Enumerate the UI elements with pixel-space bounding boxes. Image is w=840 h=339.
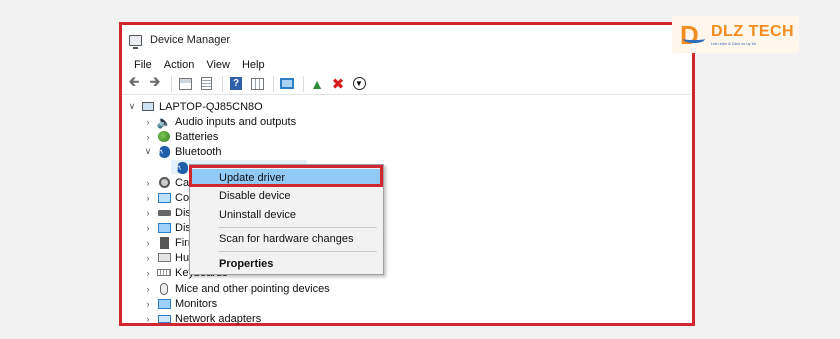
bluetooth-icon: ᛱ: [157, 145, 171, 158]
menu-file[interactable]: File: [128, 59, 158, 71]
chevron-right-icon[interactable]: ›: [143, 314, 153, 324]
tree-item-monitors[interactable]: › Monitors: [143, 296, 218, 311]
chevron-down-icon[interactable]: ∨: [127, 101, 137, 112]
chevron-right-icon[interactable]: ›: [143, 253, 153, 263]
tree-item-label: Mice and other pointing devices: [175, 282, 330, 295]
bluetooth-icon: ᛱ: [175, 161, 189, 174]
logo-text: DLZ TECH Linh kiện & Dịch vụ uy tín: [711, 23, 794, 47]
tree-item-batteries[interactable]: › Batteries: [143, 129, 219, 144]
display-adapter-icon: [157, 222, 171, 234]
tree-item-label: Audio inputs and outputs: [175, 115, 297, 128]
tree-root[interactable]: ∨ LAPTOP-QJ85CN8O: [127, 99, 263, 114]
disk-drive-icon: [157, 207, 171, 219]
speaker-icon: 🔈: [156, 114, 172, 129]
hid-icon: [157, 252, 171, 264]
menu-item-disable-device[interactable]: Disable device: [192, 187, 381, 205]
menu-separator: [218, 227, 377, 228]
menu-item-uninstall-device[interactable]: Uninstall device: [192, 206, 381, 224]
chevron-right-icon[interactable]: ›: [143, 223, 153, 233]
title-bar: Device Manager: [122, 25, 692, 55]
update-driver-highlight-outline: [189, 165, 383, 187]
toolbar-separator: [222, 75, 223, 92]
tree-item-audio[interactable]: › 🔈 Audio inputs and outputs: [143, 114, 297, 129]
chevron-right-icon[interactable]: ›: [143, 208, 153, 218]
chevron-down-icon[interactable]: ∨: [143, 146, 153, 157]
mouse-icon: [157, 282, 171, 295]
scan-monitor-icon[interactable]: [278, 75, 296, 93]
camera-icon: [157, 177, 171, 189]
chevron-right-icon[interactable]: ›: [143, 284, 153, 294]
chevron-right-icon[interactable]: ›: [143, 178, 153, 188]
network-adapter-icon: [157, 313, 171, 325]
forward-arrow-icon[interactable]: 🡲: [146, 74, 164, 93]
menu-separator: [218, 251, 377, 252]
chevron-right-icon[interactable]: ›: [143, 268, 153, 278]
window-title: Device Manager: [150, 34, 231, 46]
menu-view[interactable]: View: [200, 59, 236, 71]
device-manager-icon: [129, 34, 142, 49]
tree-item-mice[interactable]: › Mice and other pointing devices: [143, 281, 330, 296]
details-icon[interactable]: [197, 75, 215, 93]
computer-icon: [157, 192, 171, 204]
tree-item-label: Network adapters: [175, 312, 262, 325]
grid-view-icon[interactable]: [248, 75, 266, 93]
menu-item-scan-hardware[interactable]: Scan for hardware changes: [192, 230, 381, 248]
update-down-arrow-icon[interactable]: ▼: [350, 75, 368, 93]
battery-icon: [157, 131, 171, 143]
menu-help[interactable]: Help: [236, 59, 271, 71]
chevron-right-icon[interactable]: ›: [143, 238, 153, 248]
keyboard-icon: [157, 267, 171, 279]
tree-item-bluetooth[interactable]: ∨ ᛱ Bluetooth: [143, 144, 221, 159]
logo-mark-icon: D: [678, 21, 706, 49]
toolbar-separator: [303, 75, 304, 92]
monitor-icon: [157, 298, 171, 310]
tree-item-label: Bluetooth: [175, 145, 222, 158]
menu-bar: File Action View Help: [122, 56, 692, 73]
logo-name: DLZ TECH: [711, 22, 795, 40]
logo-tagline: Linh kiện & Dịch vụ uy tín: [711, 40, 757, 46]
toolbar: 🡰 🡲 ? ▲ ✖ ▼: [122, 73, 692, 95]
firmware-icon: [157, 236, 171, 249]
laptop-icon: [141, 101, 155, 113]
tree-item-label: Batteries: [175, 130, 219, 143]
chevron-right-icon[interactable]: ›: [143, 193, 153, 203]
toolbar-separator: [273, 75, 274, 92]
properties-icon[interactable]: [176, 75, 194, 93]
tree-item-network-adapters[interactable]: › Network adapters: [143, 311, 262, 326]
tree-root-label: LAPTOP-QJ85CN8O: [159, 100, 263, 113]
uninstall-x-icon[interactable]: ✖: [329, 75, 347, 93]
help-icon[interactable]: ?: [227, 75, 245, 93]
toolbar-separator: [171, 75, 172, 92]
dlz-tech-logo: D DLZ TECH Linh kiện & Dịch vụ uy tín: [672, 16, 799, 53]
chevron-right-icon[interactable]: ›: [143, 132, 153, 142]
menu-item-properties[interactable]: Properties: [192, 255, 381, 273]
tree-item-label: Monitors: [175, 297, 218, 310]
back-arrow-icon[interactable]: 🡰: [125, 74, 143, 93]
menu-action[interactable]: Action: [158, 59, 201, 71]
chevron-right-icon[interactable]: ›: [143, 299, 153, 309]
chevron-right-icon[interactable]: ›: [143, 117, 153, 127]
add-hardware-icon[interactable]: ▲: [308, 75, 326, 93]
